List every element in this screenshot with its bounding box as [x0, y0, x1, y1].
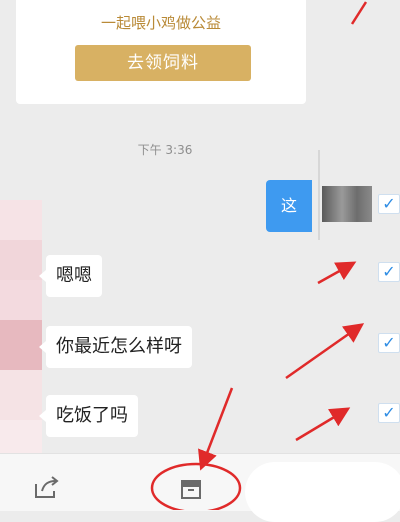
- avatar[interactable]: [0, 200, 42, 240]
- promo-text: 一起喂小鸡做公益: [100, 14, 221, 32]
- avatar: [0, 420, 42, 453]
- share-icon[interactable]: [32, 474, 62, 500]
- avatar: [0, 240, 42, 280]
- trash-icon[interactable]: [178, 476, 204, 500]
- avatar[interactable]: [322, 186, 372, 222]
- select-checkbox[interactable]: ✓: [378, 262, 400, 282]
- outgoing-message-bubble[interactable]: 这: [266, 180, 312, 232]
- select-checkbox[interactable]: ✓: [378, 333, 400, 353]
- divider: [318, 150, 320, 240]
- avatar: [0, 370, 42, 420]
- promo-card: 一起喂小鸡做公益 去领饲料: [16, 0, 306, 104]
- claim-feed-button[interactable]: 去领饲料: [75, 45, 251, 81]
- select-checkbox[interactable]: ✓: [378, 403, 400, 423]
- incoming-message-bubble[interactable]: 你最近怎么样呀: [39, 326, 192, 368]
- incoming-message-bubble[interactable]: 吃饭了吗: [39, 395, 138, 437]
- select-checkbox[interactable]: ✓: [378, 194, 400, 214]
- overlay-shape: [245, 462, 400, 522]
- avatar: [0, 280, 42, 320]
- avatar: [0, 320, 42, 370]
- incoming-message-bubble[interactable]: 嗯嗯: [39, 255, 102, 297]
- message-timestamp: 下午 3:36: [137, 143, 193, 157]
